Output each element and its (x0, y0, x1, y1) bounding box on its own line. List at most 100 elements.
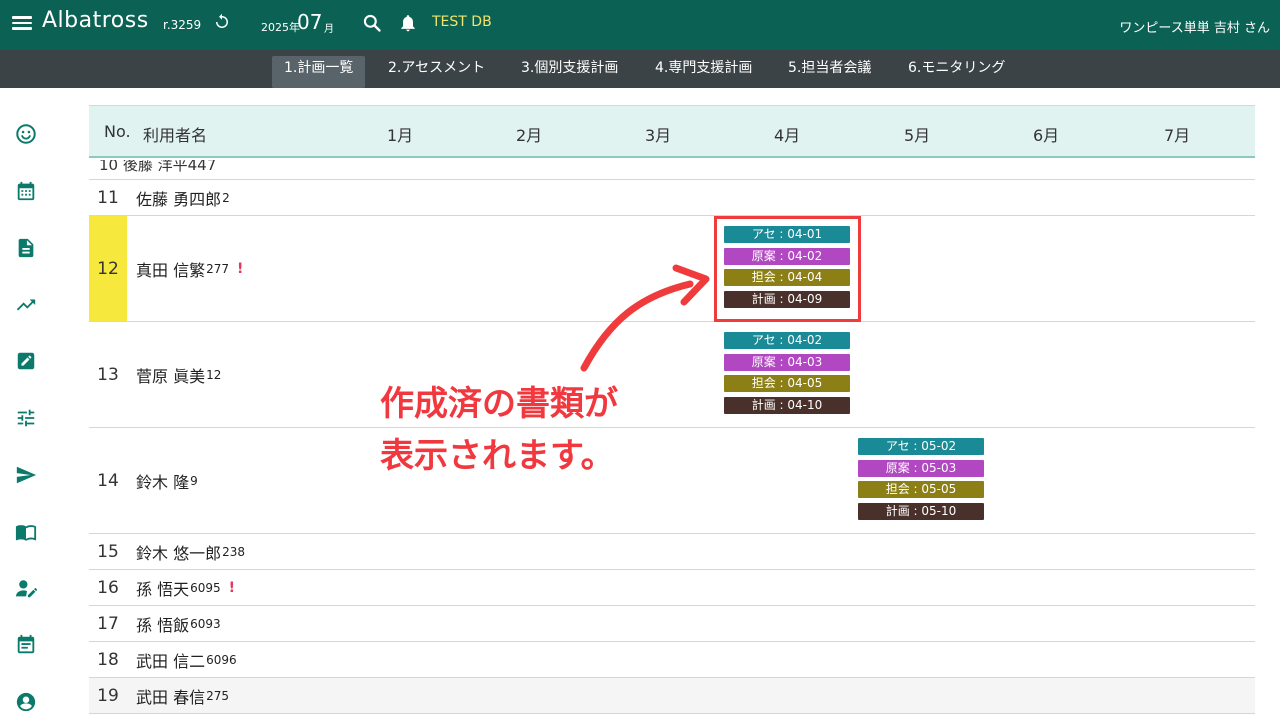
bell-icon[interactable] (398, 12, 418, 38)
date-month-unit: 月 (324, 24, 334, 35)
user-id: 9 (190, 473, 198, 488)
user-name-cell[interactable]: 鈴木 悠一郎 238 (136, 534, 245, 569)
header-month: 4月 (774, 126, 801, 145)
partial-row-text: 10 後藤 洋平447 (99, 160, 217, 174)
user-edit-icon[interactable] (15, 578, 38, 600)
app-revision: r.3259 (163, 18, 202, 32)
table-row-partial (89, 88, 1255, 106)
table-row[interactable]: 15 鈴木 悠一郎 238 (89, 534, 1255, 570)
user-name[interactable]: 孫 悟飯 (136, 612, 189, 636)
doc-draft[interactable]: 原案 : 05-03 (858, 459, 984, 477)
row-number: 15 (97, 541, 119, 562)
user-id: 6093 (190, 616, 221, 631)
tab-individual-support-plan[interactable]: 3.個別支援計画 (509, 56, 630, 88)
user-id: 2 (222, 190, 230, 205)
user-id: 12 (206, 367, 222, 382)
table-row[interactable]: 14 鈴木 隆9 アセ : 05-02 原案 : 05-03 担会 : 05-0… (89, 428, 1255, 534)
header-month: 2月 (516, 126, 543, 145)
user-name-cell[interactable]: 武田 信二 6096 (136, 642, 237, 677)
table-row[interactable]: 10 後藤 洋平447 (89, 160, 1255, 180)
annotation-line-2: 表示されます。 (380, 436, 615, 476)
user-name[interactable]: 佐藤 勇四郎 (136, 186, 221, 210)
user-name[interactable]: 武田 春信 (136, 684, 205, 708)
document-list: アセ : 04-02 原案 : 04-03 担会 : 04-05 計画 : 04… (724, 332, 850, 418)
header-name: 利用者名 (143, 126, 208, 145)
app-title[interactable]: Albatross (42, 8, 149, 33)
tab-specialist-support-plan[interactable]: 4.専門支援計画 (643, 56, 764, 88)
tab-assessment[interactable]: 2.アセスメント (376, 56, 497, 88)
header-month: 5月 (904, 126, 931, 145)
table-row[interactable]: 11 佐藤 勇四郎 2 (89, 180, 1255, 216)
search-icon[interactable] (362, 13, 382, 37)
row-number: 13 (97, 364, 119, 385)
header-no: No. (104, 122, 131, 141)
row-number: 19 (97, 685, 119, 706)
table-row[interactable]: 19 武田 春信 275 (89, 678, 1255, 714)
user-id: 275 (206, 688, 229, 703)
user-name[interactable]: 孫 悟天 (136, 576, 189, 600)
document-icon[interactable] (15, 237, 37, 259)
tune-icon[interactable] (15, 407, 37, 429)
reload-icon[interactable] (213, 13, 231, 35)
row-number: 12 (89, 216, 127, 321)
doc-plan[interactable]: 計画 : 05-10 (858, 502, 984, 520)
warning-mark: ! (237, 260, 244, 277)
user-name-cell[interactable]: 佐藤 勇四郎 2 (136, 180, 230, 215)
sidebar (0, 88, 52, 720)
user-name[interactable]: 真田 信繁 (136, 257, 205, 281)
user-id: 238 (222, 544, 245, 559)
event-note-icon[interactable] (15, 634, 37, 656)
header-month: 6月 (1033, 126, 1060, 145)
send-icon[interactable] (15, 464, 37, 486)
tab-staff-meeting[interactable]: 5.担当者会議 (776, 56, 883, 88)
doc-draft[interactable]: 原案 : 04-03 (724, 353, 850, 371)
table-header: No. 利用者名 1月 2月 3月 4月 5月 6月 7月 (89, 106, 1255, 158)
table-row[interactable]: 12 真田 信繁 277! アセ : 04-01 原案 : 04-02 担会 : … (89, 216, 1255, 322)
doc-assessment[interactable]: アセ : 04-02 (724, 332, 850, 349)
document-list: アセ : 05-02 原案 : 05-03 担会 : 05-05 計画 : 05… (858, 438, 984, 524)
user-id: 6096 (206, 652, 237, 667)
user-name[interactable]: 鈴木 隆 (136, 469, 189, 493)
tab-monitoring[interactable]: 6.モニタリング (896, 56, 1017, 88)
user-name[interactable]: 武田 信二 (136, 648, 205, 672)
book-icon[interactable] (15, 521, 37, 543)
smile-icon[interactable] (15, 123, 37, 145)
user-name-cell[interactable]: 武田 春信 275 (136, 678, 229, 713)
table-row[interactable]: 17 孫 悟飯 6093 (89, 606, 1255, 642)
user-name-cell[interactable]: 孫 悟飯 6093 (136, 606, 221, 641)
user-name-cell[interactable]: 孫 悟天 6095! (136, 570, 235, 605)
table-row[interactable]: 18 武田 信二 6096 (89, 642, 1255, 678)
date-month[interactable]: 07 (297, 10, 322, 34)
top-bar: Albatross r.3259 2025年 07 月 TEST DB ワンピー… (0, 0, 1280, 50)
menu-icon[interactable] (12, 13, 32, 33)
edit-icon[interactable] (15, 350, 37, 372)
user-name-cell[interactable]: 真田 信繁 277! (136, 216, 243, 321)
doc-staff-meeting[interactable]: 担会 : 04-05 (724, 375, 850, 392)
user-name-cell[interactable]: 菅原 眞美 12 (136, 322, 221, 427)
user-name[interactable]: 菅原 眞美 (136, 363, 205, 387)
doc-staff-meeting[interactable]: 担会 : 05-05 (858, 481, 984, 498)
row-number: 11 (97, 187, 119, 208)
user-name-cell[interactable]: 鈴木 隆9 (136, 428, 198, 533)
tab-plan-list[interactable]: 1.計画一覧 (272, 56, 366, 88)
tab-bar: 1.計画一覧 2.アセスメント 3.個別支援計画 4.専門支援計画 5.担当者会… (0, 50, 1280, 88)
plan-table: No. 利用者名 1月 2月 3月 4月 5月 6月 7月 10 後藤 洋平44… (89, 88, 1255, 720)
header-month: 1月 (387, 126, 414, 145)
table-row[interactable]: 13 菅原 眞美 12 アセ : 04-02 原案 : 04-03 担会 : 04… (89, 322, 1255, 428)
annotation-line-1: 作成済の書類が (380, 384, 618, 424)
user-name[interactable]: 鈴木 悠一郎 (136, 540, 221, 564)
row-number: 17 (97, 613, 119, 634)
user-label[interactable]: ワンピース単単 吉村 さん (1119, 17, 1270, 36)
doc-assessment[interactable]: アセ : 05-02 (858, 438, 984, 455)
calendar-icon[interactable] (15, 180, 37, 202)
row-number: 14 (97, 470, 119, 491)
date-year[interactable]: 2025年 (261, 19, 300, 35)
account-circle-icon[interactable] (15, 691, 37, 713)
doc-plan[interactable]: 計画 : 04-10 (724, 396, 850, 414)
highlight-box (714, 216, 861, 322)
trending-up-icon[interactable] (15, 294, 37, 316)
header-month: 7月 (1164, 126, 1191, 145)
table-row[interactable]: 16 孫 悟天 6095! (89, 570, 1255, 606)
annotation-text: 作成済の書類が 表示されます。 (380, 378, 618, 482)
user-id: 277 (206, 261, 229, 276)
